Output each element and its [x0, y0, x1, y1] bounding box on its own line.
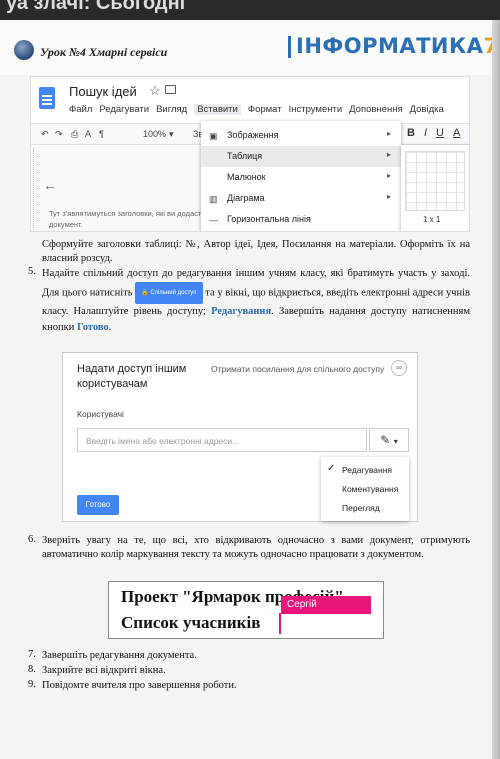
vertical-ruler [33, 148, 41, 228]
step-6-text: Зверніть увагу на те, що всі, хто відкри… [42, 535, 470, 560]
lesson-title: Урок №4 Хмарні сервіси [40, 45, 168, 59]
step-number: 5. [28, 266, 36, 277]
collaborator-tag: Сергій [281, 596, 371, 614]
italic-button[interactable]: I [424, 127, 427, 139]
zoom-select[interactable]: 100% [143, 129, 166, 139]
step-9-text: Повідомте вчителя про завершення роботи. [42, 680, 237, 691]
menu-edit[interactable]: Редагувати [99, 104, 149, 115]
brand-logo: ІНФОРМАТИКА7 [296, 34, 499, 58]
done-button[interactable]: Готово [77, 495, 119, 515]
top-strip-text: уа злачі: Сьогодні [6, 0, 186, 14]
step-number: 7. [28, 649, 36, 660]
project-preview: Проект "Ярмарок професій" Список учасник… [108, 581, 384, 639]
permission-edit[interactable]: ✓ Редагування [321, 461, 409, 480]
page-edge [492, 20, 500, 759]
insert-image-item[interactable]: ▣ Зображення ▸ [201, 125, 401, 146]
top-strip: уа злачі: Сьогодні [0, 0, 500, 20]
insert-table-item[interactable]: Таблиця ▸ [201, 146, 401, 167]
doc-title[interactable]: Пошук ідей [69, 84, 137, 99]
get-link-button[interactable]: Отримати посилання для спільного доступу [211, 364, 384, 374]
share-button-illustration: 🔒 Спільний доступ [135, 282, 203, 304]
bold-button[interactable]: B [407, 127, 415, 139]
collaborator-cursor [279, 613, 281, 634]
chevron-right-icon: ▸ [386, 150, 391, 159]
outline-hint: Тут з'являтимуться заголовки, які ви дод… [49, 209, 212, 229]
edit-term: Редагування [211, 306, 272, 317]
table-size-picker[interactable]: 1 x 1 [401, 145, 469, 231]
spellcheck-icon[interactable]: A [85, 129, 91, 139]
dialog-title: Надати доступ іншим користувачам [77, 363, 187, 390]
step-number: 8. [28, 664, 36, 675]
share-button-label: Спільний доступ [150, 290, 197, 296]
step-7-text: Завершіть редагування документа. [42, 650, 197, 661]
check-icon: ✓ [327, 463, 336, 474]
undo-icon[interactable]: ↶ [41, 129, 49, 140]
chevron-down-icon[interactable]: ▾ [169, 129, 174, 140]
permission-comment[interactable]: Коментування [321, 480, 409, 499]
users-label: Користувачі [77, 409, 124, 419]
menu-tools[interactable]: Інструменти [289, 104, 343, 115]
participants-heading: Список учасників [121, 613, 261, 632]
print-icon[interactable]: ⎙ [71, 129, 78, 140]
docs-icon[interactable] [39, 87, 55, 109]
chevron-right-icon: ▸ [386, 171, 391, 180]
insert-hline-item[interactable]: — Горизонтальна лінія [201, 209, 401, 230]
insert-drawing-item[interactable]: Малюнок ▸ [201, 167, 401, 188]
line-icon: — [209, 215, 218, 225]
insert-menu-dropdown: ▣ Зображення ▸ Таблиця ▸ Малюнок ▸ ▥ Діа… [201, 121, 401, 231]
image-icon: ▣ [209, 131, 218, 141]
brand-divider [288, 36, 291, 58]
chevron-right-icon: ▸ [386, 129, 391, 138]
chart-icon: ▥ [209, 194, 218, 204]
menu-file[interactable]: Файл [69, 104, 92, 115]
done-term: Готово [76, 322, 109, 333]
back-arrow-icon[interactable]: ← [43, 177, 57, 193]
chevron-right-icon: ▸ [386, 192, 391, 201]
paint-format-icon[interactable]: ¶ [99, 129, 104, 139]
intro-paragraph: Сформуйте заголовки таблиці: №, Автор ід… [42, 239, 470, 264]
text-color-button[interactable]: A [453, 127, 460, 139]
table-size-label: 1 x 1 [423, 215, 441, 224]
email-input[interactable]: Введіть імена або електронні адреси... [77, 428, 367, 452]
step-8-text: Закрийте всі відкриті вікна. [42, 665, 166, 676]
permission-menu: ✓ Редагування Коментування Перегляд [321, 457, 409, 521]
insert-chart-item[interactable]: ▥ Діаграма ▸ [201, 188, 401, 209]
menu-view[interactable]: Вигляд [156, 104, 187, 115]
step-5-text: Надайте спільний доступ до редагування і… [42, 266, 470, 336]
star-icon[interactable]: ☆ [149, 83, 161, 99]
chevron-down-icon: ▾ [393, 437, 398, 446]
link-icon[interactable]: ∞ [391, 360, 407, 376]
format-buttons: B I U A [407, 127, 460, 139]
menu-insert[interactable]: Вставити [194, 104, 241, 115]
email-placeholder: Введіть імена або електронні адреси... [86, 436, 240, 446]
pencil-icon: ✎ [380, 433, 391, 447]
underline-button[interactable]: U [436, 127, 444, 139]
gdocs-screenshot: Пошук ідей ☆ Файл Редагувати Вигляд Вста… [30, 76, 470, 232]
share-dialog: Надати доступ іншим користувачам Отримат… [62, 352, 418, 522]
step-number: 9. [28, 679, 36, 690]
permission-dropdown[interactable]: ✎ ▾ [369, 428, 409, 452]
permission-view[interactable]: Перегляд [321, 499, 409, 518]
step-5-end: . [108, 322, 112, 333]
table-grid[interactable] [405, 151, 465, 211]
redo-icon[interactable]: ↷ [55, 129, 63, 140]
menu-format[interactable]: Формат [248, 104, 282, 115]
brand-text: ІНФОРМАТИКА [296, 34, 484, 58]
menu-help[interactable]: Довідка [410, 104, 444, 115]
menu-bar: Файл Редагувати Вигляд Вставити Формат І… [69, 104, 444, 115]
step-number: 6. [28, 534, 36, 545]
globe-logo-icon [14, 40, 34, 60]
folder-icon[interactable] [165, 85, 176, 94]
menu-addons[interactable]: Доповнення [349, 104, 402, 115]
